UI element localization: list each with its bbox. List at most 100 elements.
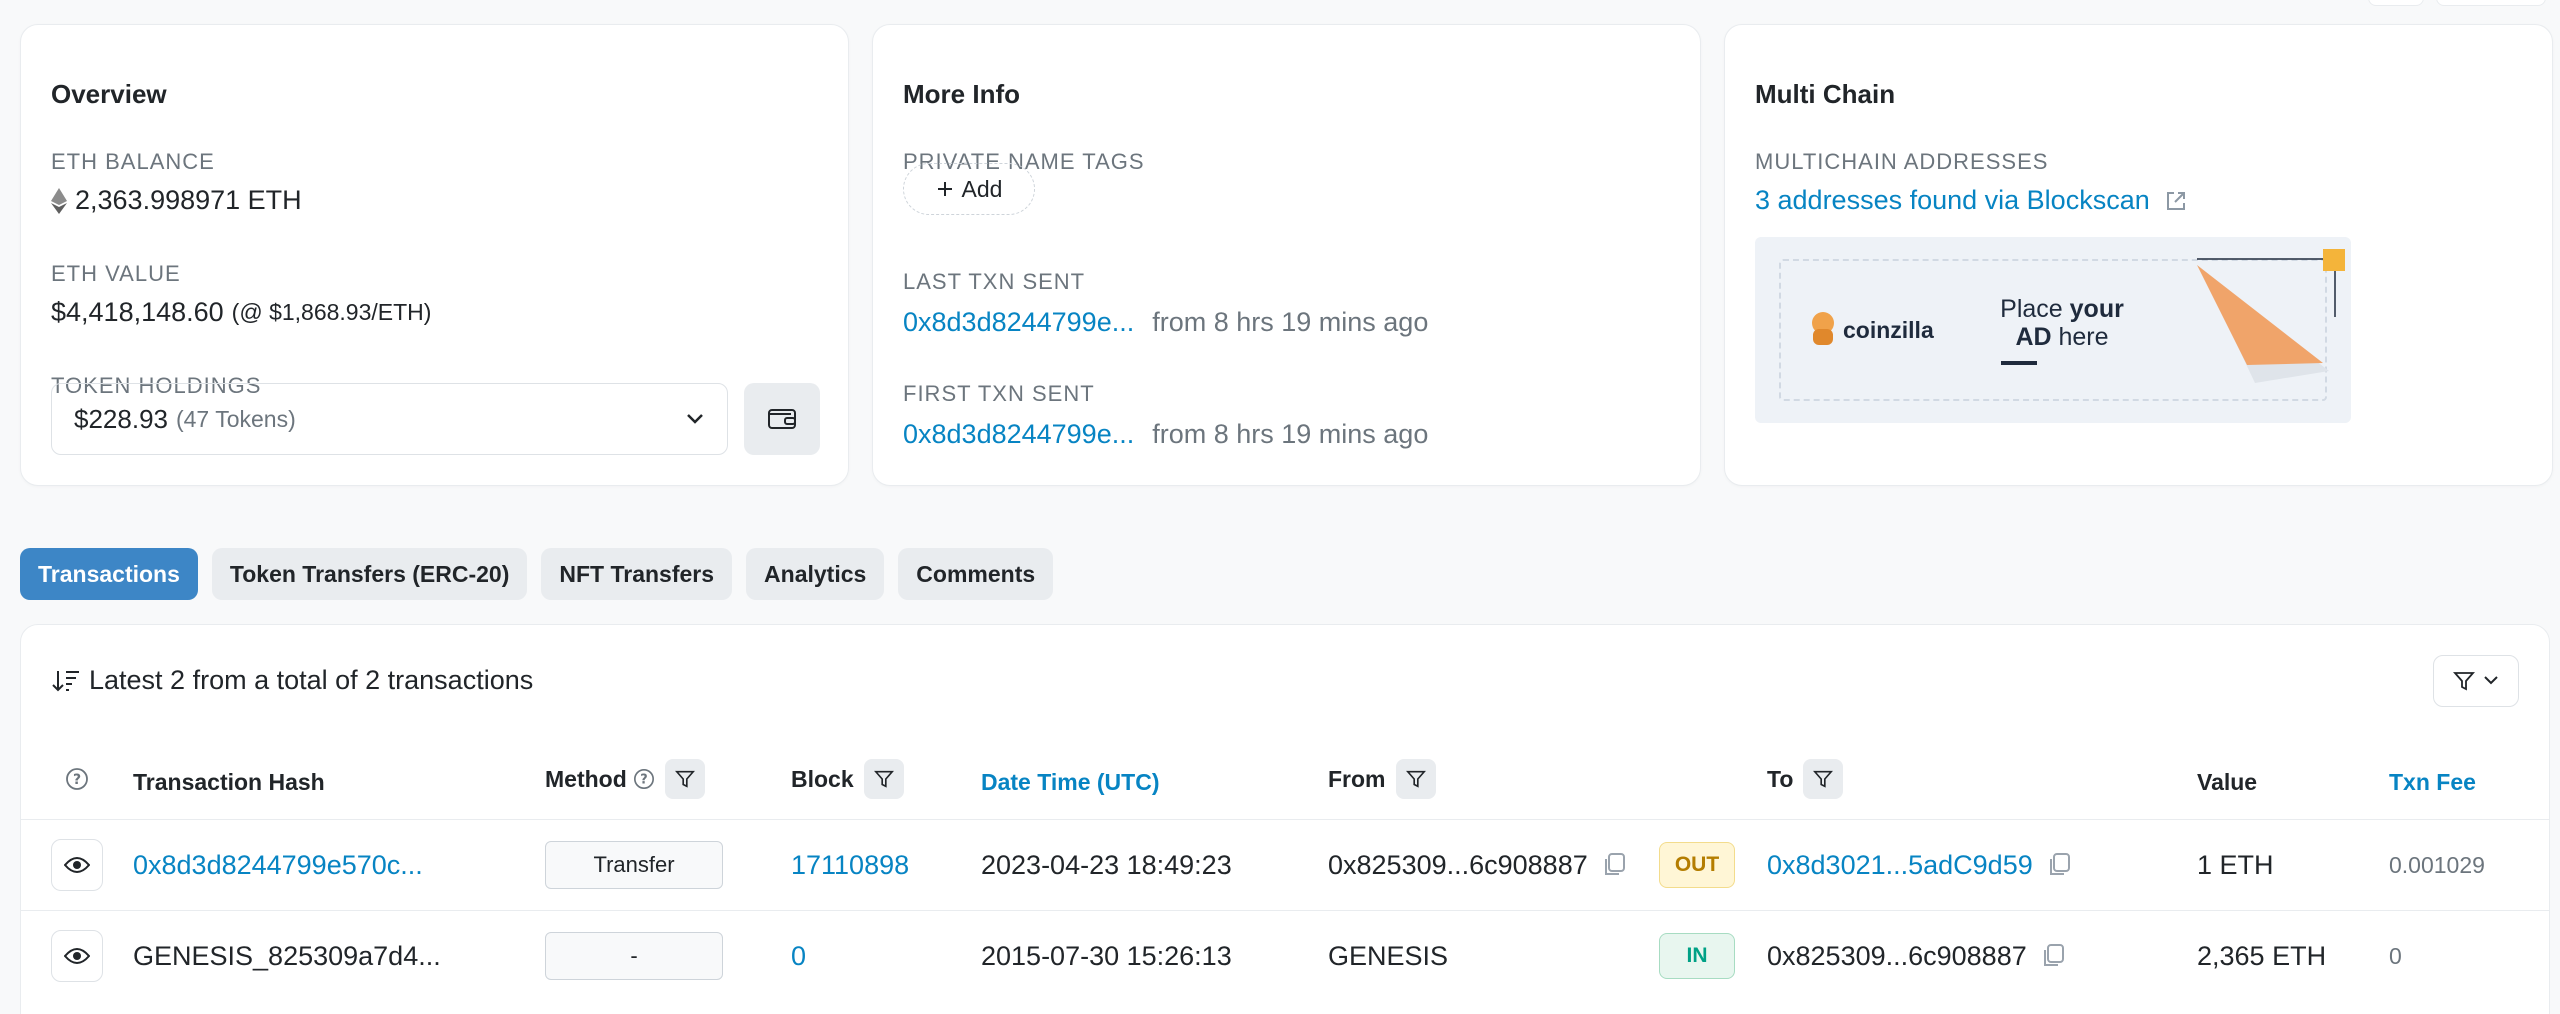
info-header-icon[interactable]: ? [65, 767, 89, 791]
filter-icon [1813, 770, 1834, 788]
ad-text-2: your [2069, 295, 2124, 323]
copy-icon[interactable] [1602, 852, 1626, 878]
table-row: 0x8d3d8244799e570c... Transfer 17110898 … [21, 820, 2549, 910]
method-filter-button[interactable] [664, 759, 705, 799]
row-block: 17110898 [791, 820, 909, 910]
multi-chain-title: Multi Chain [1755, 79, 1896, 109]
multi-chain-card: Multi Chain MULTICHAIN ADDRESSES 3 addre… [1724, 24, 2553, 486]
sort-icon [52, 670, 79, 691]
row-datetime: 2015-07-30 15:26:13 [981, 940, 1232, 971]
token-value: $228.93 [74, 403, 168, 434]
more-info-title: More Info [903, 79, 1020, 109]
external-link-icon [2166, 191, 2185, 210]
txn-hash-link[interactable]: 0x8d3d8244799e570c... [133, 850, 423, 881]
first-txn-label: FIRST TXN SENT [903, 381, 1095, 406]
direction-badge-out: OUT [1659, 842, 1735, 888]
row-block: 0 [791, 911, 806, 1001]
to-address-link[interactable]: 0x8d3021...5adC9d59 [1767, 850, 2033, 881]
last-txn: 0x8d3d8244799e... from 8 hrs 19 mins ago [903, 307, 1428, 338]
filter-icon [1405, 770, 1426, 788]
eth-value-label: ETH VALUE [51, 261, 181, 286]
row-hash: 0x8d3d8244799e570c... [133, 820, 423, 910]
method-badge: - [545, 932, 723, 980]
preview-button[interactable] [51, 839, 103, 891]
row-value: 1 ETH [2197, 849, 2274, 880]
wallet-icon [768, 409, 796, 429]
header-from: From [1328, 759, 1436, 799]
chevron-down-icon [2484, 676, 2498, 685]
last-txn-time: from 8 hrs 19 mins ago [1152, 307, 1429, 337]
row-preview [51, 911, 103, 1001]
header-datetime[interactable]: Date Time (UTC) [981, 769, 1160, 796]
row-to: 0x825309...6c908887 [1767, 911, 2065, 1001]
multichain-addresses-label: MULTICHAIN ADDRESSES [1755, 149, 2049, 174]
eth-value: $4,418,148.60 (@ $1,868.93/ETH) [51, 297, 431, 328]
preview-button[interactable] [51, 930, 103, 982]
last-txn-hash-link[interactable]: 0x8d3d8244799e... [903, 307, 1134, 338]
ad-banner[interactable]: coinzilla Place your AD here [1755, 237, 2351, 423]
header-to-label: To [1767, 765, 1794, 792]
question-icon[interactable]: ? [633, 768, 655, 790]
add-tag-button[interactable]: Add [903, 163, 1035, 215]
header-from-label: From [1328, 765, 1386, 792]
ad-text-3: AD [2015, 323, 2052, 351]
more-info-card: More Info PRIVATE NAME TAGS Add LAST TXN… [872, 24, 1701, 486]
eth-balance-value: 2,363.998971 ETH [75, 185, 302, 215]
first-txn-hash-link[interactable]: 0x8d3d8244799e... [903, 419, 1134, 450]
ad-brand: coinzilla [1843, 317, 1934, 343]
method-badge: Transfer [545, 841, 723, 889]
multichain-addresses: 3 addresses found via Blockscan [1755, 185, 2188, 216]
to-filter-button[interactable] [1803, 759, 1844, 799]
ad-text-1: Place [2000, 295, 2063, 323]
add-tag-label: Add [961, 175, 1003, 202]
row-from: 0x825309...6c908887 [1328, 820, 1626, 910]
from-address: 0x825309...6c908887 [1328, 849, 1588, 880]
filter-icon [674, 770, 695, 788]
eth-icon [51, 187, 67, 214]
top-toolbar-button[interactable] [2368, 0, 2424, 6]
tab-transactions[interactable]: Transactions [20, 548, 198, 600]
ad-text: Place your AD here [1987, 295, 2137, 351]
header-method: Method ? [545, 759, 705, 799]
tab-comments[interactable]: Comments [898, 548, 1054, 600]
filter-icon [2453, 672, 2475, 691]
token-holdings-dropdown[interactable]: $228.93 (47 Tokens) [51, 383, 728, 455]
direction-badge-in: IN [1659, 933, 1735, 979]
token-count: (47 Tokens) [175, 405, 296, 432]
block-link[interactable]: 0 [791, 941, 806, 972]
header-method-label: Method [545, 765, 627, 792]
from-filter-button[interactable] [1395, 759, 1436, 799]
block-filter-button[interactable] [863, 759, 904, 799]
summary-text: Latest 2 from a total of 2 transactions [89, 665, 534, 695]
table-filter-button[interactable] [2433, 655, 2519, 707]
question-icon: ? [66, 768, 88, 790]
row-preview [51, 820, 103, 910]
eth-balance: 2,363.998971 ETH [51, 185, 302, 216]
row-fee: 0.001029 [2389, 851, 2485, 878]
header-to: To [1767, 759, 1844, 799]
filter-icon [873, 770, 894, 788]
block-link[interactable]: 17110898 [791, 850, 909, 881]
tab-nft-transfers[interactable]: NFT Transfers [541, 548, 733, 600]
ad-text-4: here [2058, 323, 2109, 351]
top-toolbar-button[interactable] [2436, 0, 2546, 6]
header-txn-fee[interactable]: Txn Fee [2389, 769, 2476, 796]
header-transaction-hash: Transaction Hash [133, 769, 325, 795]
tab-token-transfers[interactable]: Token Transfers (ERC-20) [211, 548, 528, 600]
transactions-summary: Latest 2 from a total of 2 transactions [51, 665, 533, 696]
row-method: - [545, 911, 723, 1001]
first-txn-time: from 8 hrs 19 mins ago [1152, 419, 1429, 449]
wallet-button[interactable] [744, 383, 820, 455]
row-fee: 0 [2389, 942, 2402, 969]
eth-balance-label: ETH BALANCE [51, 149, 215, 174]
blockscan-link[interactable]: 3 addresses found via Blockscan [1755, 185, 2150, 216]
first-txn: 0x8d3d8244799e... from 8 hrs 19 mins ago [903, 419, 1428, 450]
ad-underline [2001, 361, 2037, 365]
row-value: 2,365 ETH [2197, 940, 2327, 971]
coinzilla-logo-icon [1812, 312, 1834, 345]
tab-analytics[interactable]: Analytics [746, 548, 885, 600]
copy-icon[interactable] [2041, 943, 2065, 969]
copy-icon[interactable] [2047, 852, 2071, 878]
row-direction: OUT [1659, 820, 1735, 910]
header-block-label: Block [791, 765, 854, 792]
